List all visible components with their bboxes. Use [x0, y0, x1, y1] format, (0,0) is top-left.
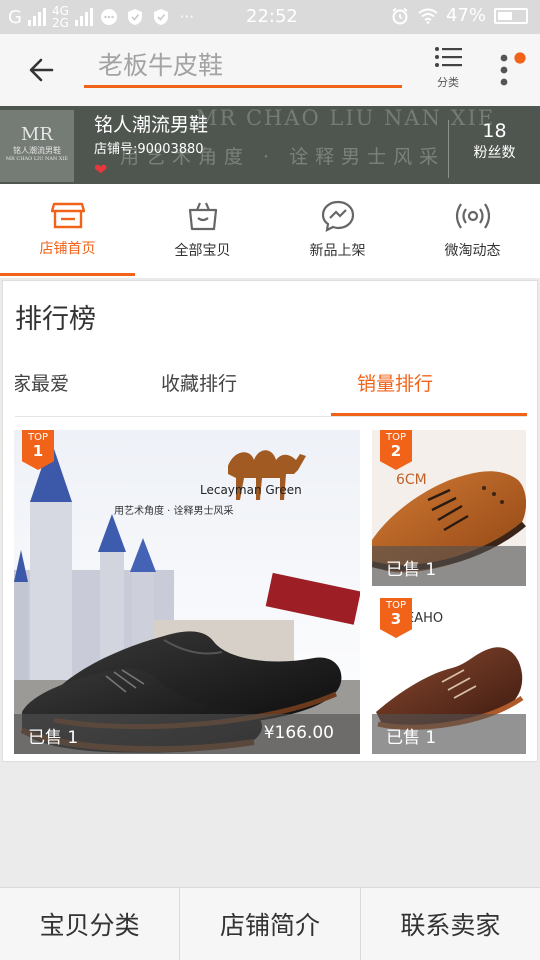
- tab-sales-rank[interactable]: 销量排行: [357, 369, 433, 396]
- vertical-dots-icon: [500, 52, 526, 86]
- tab-label: 微淘动态: [444, 243, 501, 259]
- sold-count: 已售 1: [386, 560, 437, 580]
- tab-weitao[interactable]: 微淘动态: [405, 184, 540, 278]
- category-tab-button[interactable]: 宝贝分类: [0, 888, 181, 960]
- svg-text:用艺术角度 · 诠释男士风采: 用艺术角度 · 诠释男士风采: [114, 504, 234, 517]
- product-card-1[interactable]: Lecayman Green 用艺术角度 · 诠释男士风采 TOP 1 已售 1…: [14, 430, 360, 754]
- tab-shop-home[interactable]: 店铺首页: [0, 184, 135, 278]
- fans-number: 18: [482, 120, 507, 142]
- list-icon: [435, 47, 462, 67]
- shop-logo[interactable]: MR 铭人潮流男鞋 MR CHAO LIU NAN XIE: [0, 110, 74, 182]
- rank-number: 2: [390, 442, 402, 460]
- more-dots-icon: ···: [179, 8, 195, 26]
- shop-name: 铭人潮流男鞋: [94, 114, 209, 136]
- tab-new-arrivals[interactable]: 新品上架: [270, 184, 405, 278]
- rank-number: 3: [390, 610, 402, 628]
- back-arrow-icon[interactable]: [24, 52, 60, 88]
- ranking-title: 排行榜: [15, 304, 96, 335]
- shop-logo-sub: MR CHAO LIU NAN XIE: [5, 156, 69, 162]
- shop-intro-button[interactable]: 店铺简介: [180, 888, 361, 960]
- sold-count: 已售 1: [386, 728, 437, 748]
- shop-banner[interactable]: MR CHAO LIU NAN XIE 用艺术角度 · 诠释男士风采 MR 铭人…: [0, 106, 540, 184]
- shop-logo-mark: MR: [21, 124, 53, 145]
- signal-strength-icon: [74, 8, 93, 26]
- product-image-black-shoes: Lecayman Green 用艺术角度 · 诠释男士风采: [14, 430, 360, 754]
- tab-buyers-favorite[interactable]: 买家最爱: [15, 369, 69, 396]
- network-type: 4G 2G: [52, 5, 69, 29]
- broadcast-icon: [455, 203, 490, 229]
- search-box[interactable]: [84, 46, 402, 88]
- search-input[interactable]: [84, 46, 402, 85]
- price: ¥166.00: [263, 723, 334, 743]
- tab-label: 新品上架: [309, 243, 366, 259]
- shopping-bag-icon: [188, 202, 217, 231]
- sold-overlay: 已售 1: [372, 546, 526, 586]
- clock: 22:52: [246, 6, 298, 27]
- sold-count: 已售 1: [28, 728, 79, 748]
- svg-text:6CM: 6CM: [396, 472, 427, 488]
- product-card-2[interactable]: 6CM TOP 2 已售 1: [372, 430, 526, 586]
- rank-number: 1: [32, 442, 44, 460]
- category-button[interactable]: 分类: [428, 46, 468, 96]
- carrier-letter: G: [8, 6, 22, 28]
- sold-overlay: 已售 1 ¥166.00: [14, 714, 360, 754]
- network-type-bottom: 2G: [51, 16, 69, 30]
- ranking-card: 排行榜 买家最爱 收藏排行 销量排行 Lec: [2, 280, 538, 762]
- wifi-icon: [418, 6, 438, 26]
- battery-icon: [494, 7, 528, 24]
- fans-count[interactable]: 18 粉丝数: [448, 120, 540, 178]
- status-bar: G 4G 2G ··· 22:52 47%: [0, 0, 540, 34]
- alarm-icon: [390, 6, 410, 26]
- tab-favorites-rank[interactable]: 收藏排行: [161, 369, 237, 396]
- tab-label: 店铺首页: [39, 241, 96, 257]
- product-card-3[interactable]: EAHO TOP 3 已售 1: [372, 598, 526, 754]
- tab-label: 全部宝贝: [174, 243, 231, 259]
- heart-icon[interactable]: ❤: [94, 160, 107, 179]
- signal-strength-icon: [27, 8, 46, 26]
- fans-label: 粉丝数: [473, 145, 516, 161]
- store-icon: [50, 202, 85, 229]
- shield-icon: [151, 7, 171, 27]
- contact-seller-button[interactable]: 联系卖家: [361, 888, 540, 960]
- bottom-bar: 宝贝分类 店铺简介 联系卖家: [0, 887, 540, 960]
- message-icon: [99, 7, 119, 27]
- chat-lightning-icon: [321, 200, 354, 232]
- shield-icon: [125, 7, 145, 27]
- top-nav: 分类: [0, 34, 540, 106]
- battery-percent: 47%: [445, 5, 486, 26]
- shop-number: 店铺号:90003880: [94, 142, 204, 157]
- shop-tabs: 店铺首页 全部宝贝 新品上架 微淘动态: [0, 184, 540, 278]
- shop-logo-text: 铭人潮流男鞋: [13, 146, 61, 155]
- category-label: 分类: [437, 76, 459, 89]
- more-menu-button[interactable]: [490, 50, 526, 90]
- svg-text:Lecayman Green: Lecayman Green: [200, 483, 302, 497]
- tab-all-items[interactable]: 全部宝贝: [135, 184, 270, 278]
- ranking-tabs: 买家最爱 收藏排行 销量排行: [15, 353, 527, 417]
- active-tab-indicator: [331, 413, 527, 416]
- sold-overlay: 已售 1: [372, 714, 526, 754]
